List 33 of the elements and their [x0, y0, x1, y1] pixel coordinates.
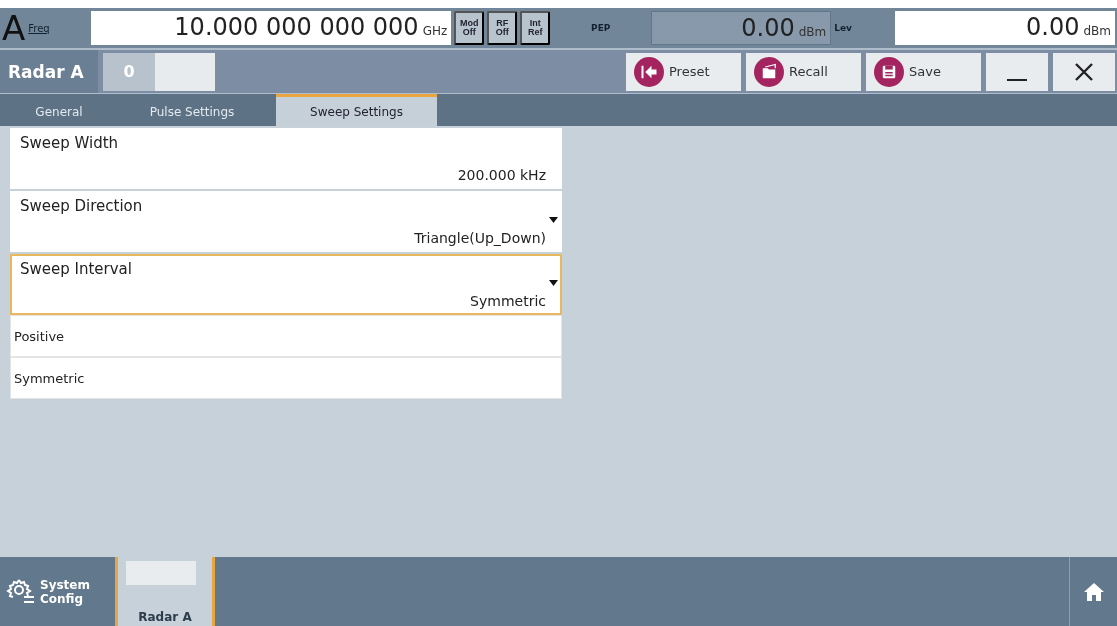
preset-button[interactable]: Preset [626, 52, 741, 91]
dropdown-field[interactable]: Sweep Interval Symmetric [10, 254, 562, 315]
window-thumbnail[interactable]: Radar A [115, 557, 215, 626]
thumbnail-preview [126, 561, 196, 585]
close-button[interactable] [1053, 52, 1115, 91]
status-button[interactable]: Int Ref [520, 11, 551, 45]
frequency-field[interactable]: 10.000 000 000 000 GHz [91, 11, 452, 45]
minimize-button[interactable] [986, 52, 1048, 91]
folder-icon [754, 56, 784, 87]
instance-index: 0 [103, 52, 155, 91]
dialog-title: Radar A [0, 50, 98, 93]
dropdown-option[interactable]: Positive [10, 315, 562, 357]
minimize-icon [1007, 78, 1027, 81]
home-icon [1082, 581, 1105, 602]
caret-icon [549, 217, 558, 223]
close-icon [1074, 61, 1094, 82]
channel-letter: A [2, 11, 26, 45]
instance-slot [155, 52, 215, 91]
status-button[interactable]: RF Off [487, 11, 518, 45]
level-field[interactable]: 0.00 dBm [895, 11, 1115, 45]
save-button[interactable]: Save [866, 52, 981, 91]
freq-link[interactable]: Freq [28, 22, 89, 34]
pep-field: 0.00 dBm [651, 11, 832, 45]
dropdown-option[interactable]: Symmetric [10, 357, 562, 399]
pep-label: PEP [590, 23, 612, 33]
recall-button[interactable]: Recall [746, 52, 861, 91]
status-button[interactable]: Mod Off [454, 11, 485, 45]
input-field[interactable]: Sweep Width 200.000 kHz [10, 128, 562, 189]
dropdown-field[interactable]: Sweep Direction Triangle(Up_Down) [10, 191, 562, 252]
level-label: Lev [834, 23, 853, 33]
caret-icon [549, 280, 558, 286]
tab[interactable]: Sweep Settings [276, 94, 437, 126]
floppy-disk-icon [874, 56, 904, 87]
